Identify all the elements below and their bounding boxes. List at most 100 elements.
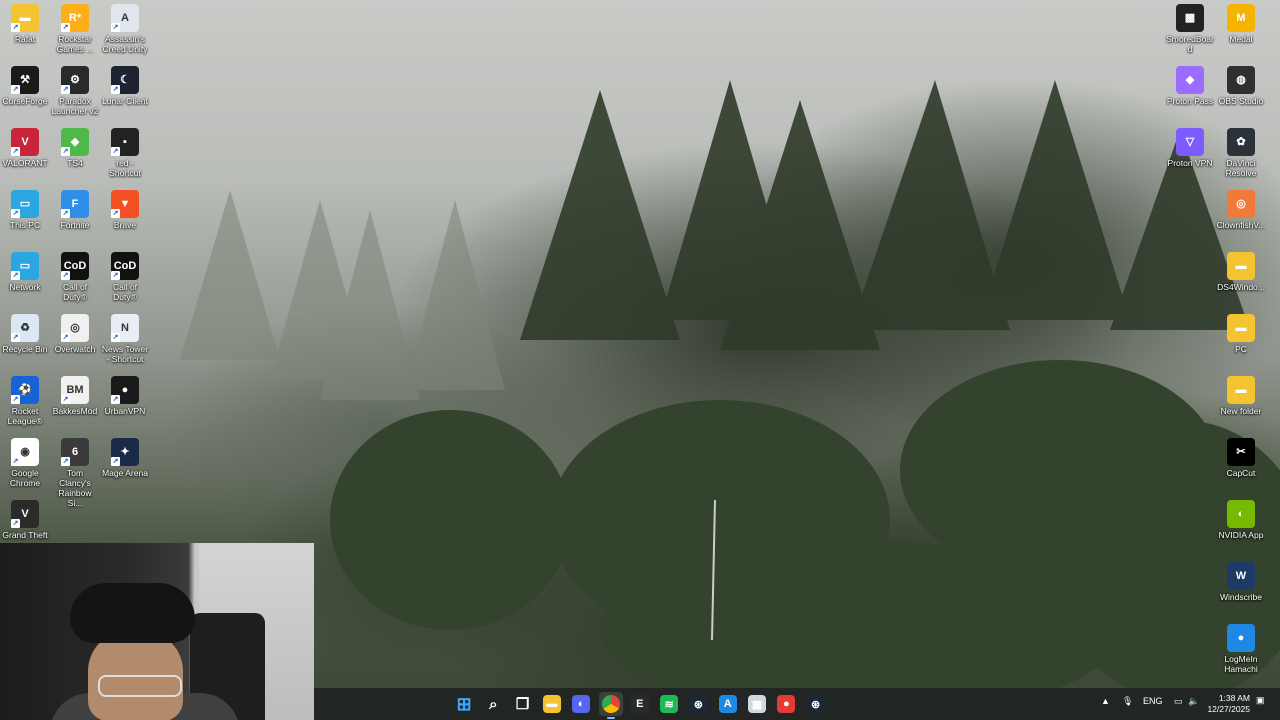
desktop-shortcut[interactable]: ▪ ↗ red - Shortcut [100,128,150,178]
desktop-shortcut[interactable]: ◆ Proton Pass [1165,66,1215,106]
desktop-shortcut-label: Rocket League® [7,406,43,426]
desktop-shortcut[interactable]: ⚽ ↗ Rocket League® [0,376,50,426]
desktop-shortcut[interactable]: N ↗ News Tower - Shortcut [100,314,150,364]
sims4-icon: ◆ ↗ [61,128,89,156]
desktop-shortcut[interactable]: ◎ ↗ Overwatch [50,314,100,354]
app-store-icon: A [718,695,737,713]
spotify[interactable]: ≋ [657,692,681,716]
app-store[interactable]: A [716,692,740,716]
volume-icon[interactable]: 🔈 [1188,696,1199,707]
desktop-shortcut-label: VALORANT [2,158,48,168]
desktop-shortcut-label: Network [9,282,41,292]
task-view-button[interactable]: ❐ [511,692,535,716]
shortcut-arrow-icon: ↗ [111,85,120,94]
desktop-shortcut-label: Assassin's Creed Unity [102,34,148,54]
desktop-shortcut[interactable]: ◐ NVIDIA App [1216,500,1266,540]
shortcut-arrow-icon: ↗ [61,271,70,280]
desktop-shortcut-label: CapCut [1226,468,1256,478]
steam-2[interactable]: ⊛ [804,692,828,716]
desktop-shortcut[interactable]: ● LogMeIn Hamachi [1216,624,1266,674]
urbanvpn-icon: ● ↗ [111,376,139,404]
webcam-hair [70,583,195,643]
overwatch-icon: ◎ ↗ [61,314,89,342]
desktop-shortcut-label: Fortnite [60,220,90,230]
desktop-shortcut-label: Rafat [14,34,36,44]
desktop-shortcut-label: Grand Theft [2,530,48,540]
desktop-shortcut[interactable]: ◉ ↗ Google Chrome [0,438,50,488]
desktop-shortcut[interactable]: BM ↗ BakkesMod [50,376,100,416]
desktop-shortcut-label: NVIDIA App [1218,530,1264,540]
shortcut-arrow-icon: ↗ [111,23,120,32]
desktop-shortcut[interactable]: ⚒ ↗ CurseForge [0,66,50,106]
shortcut-arrow-icon: ↗ [11,457,20,466]
discord[interactable]: ◐ [569,692,593,716]
mage-arena-icon: ✦ ↗ [111,438,139,466]
desktop-shortcut[interactable]: ▬ DS4Windo... [1216,252,1266,292]
rockstar-icon: R* ↗ [61,4,89,32]
taskbar: ⊞ ⌕ ❐ ▬ ◐ E ≋ ⊛ A ▦ ● ⊛ ▲ 🎙 ENG ▭ 🔈 1:38 AM 12/27/2… [314,688,1280,720]
desktop-shortcut[interactable]: ▭ ↗ Network [0,252,50,292]
desktop-shortcut[interactable]: ▼ ↗ Brave [100,190,150,230]
desktop-shortcut[interactable]: ▭ ↗ This PC [0,190,50,230]
call-of-duty-icon: CoD ↗ [111,252,139,280]
folder-icon: ▬ [1227,252,1255,280]
desktop-shortcut[interactable]: ▬ New folder [1216,376,1266,416]
desktop-shortcut[interactable]: ▬ PC [1216,314,1266,354]
desktop-shortcut-label: Rockstar Games ... [56,34,94,54]
desktop-shortcut[interactable]: A ↗ Assassin's Creed Unity [100,4,150,54]
desktop-shortcut[interactable]: ▽ Proton VPN [1165,128,1215,168]
steam[interactable]: ⊛ [686,692,710,716]
desktop-shortcut[interactable]: W Windscribe [1216,562,1266,602]
medal-icon: M [1227,4,1255,32]
desktop-shortcut[interactable]: ☾ ↗ Lunar Client [100,66,150,106]
network-tray-icon[interactable]: ▭ [1174,696,1183,707]
shortcut-arrow-icon: ↗ [61,395,70,404]
desktop-shortcut[interactable]: ⚙ ↗ Paradox Launcher v2 [50,66,100,116]
gaming-app[interactable]: ▦ [745,692,769,716]
desktop-shortcut[interactable]: CoD ↗ Call of Duty® [50,252,100,302]
desktop-shortcut-label: Google Chrome [9,468,41,488]
desktop-shortcut[interactable]: F ↗ Fortnite [50,190,100,230]
chrome[interactable] [598,692,623,719]
microphone-icon[interactable]: 🎙 [1122,696,1133,707]
desktop-shortcut[interactable]: ✿ DaVinci Resolve [1216,128,1266,178]
epic-games[interactable]: E [628,692,652,716]
desktop-shortcut[interactable]: ♻ ↗ Recycle Bin [0,314,50,354]
language-indicator[interactable]: ENG [1143,696,1163,706]
desktop-shortcut[interactable]: 6 ↗ Tom Clancy's Rainbow Si... [50,438,100,508]
desktop-shortcut-label: red - Shortcut [109,158,141,178]
search-button[interactable]: ⌕ [481,692,505,716]
desktop-shortcut[interactable]: ✦ ↗ Mage Arena [100,438,150,478]
record-app[interactable]: ● [774,692,798,716]
fortnite-icon: F ↗ [61,190,89,218]
desktop-shortcut[interactable]: ◎ ClownfishV... [1216,190,1266,230]
desktop-shortcut-label: Lunar Client [102,96,148,106]
shortcut-arrow-icon: ↗ [111,333,120,342]
curseforge-icon: ⚒ ↗ [11,66,39,94]
file-explorer[interactable]: ▬ [540,692,564,716]
shortcut-arrow-icon: ↗ [111,271,120,280]
discord-icon: ◐ [572,695,591,713]
desktop-shortcut[interactable]: ▬ ↗ Rafat [0,4,50,44]
desktop-shortcut[interactable]: ◍ OBS Studio [1216,66,1266,106]
desktop-shortcut-label: Tom Clancy's Rainbow Si... [58,468,92,508]
notification-icon[interactable]: ▣ [1256,695,1265,706]
desktop-shortcut[interactable]: M Medal [1216,4,1266,44]
start-button[interactable]: ⊞ [452,692,476,716]
clock[interactable]: 1:38 AM 12/27/2025 [1207,693,1250,715]
desktop-shortcut[interactable]: CoD ↗ Call of Duty® [100,252,150,302]
desktop-shortcut-label: UrbanVPN [104,406,146,416]
desktop-shortcut[interactable]: V ↗ VALORANT [0,128,50,168]
desktop-shortcut-label: TS4 [67,158,83,168]
desktop-shortcut[interactable]: V ↗ Grand Theft [0,500,50,540]
show-hidden-icons-chevron-icon[interactable]: ▲ [1101,696,1110,706]
search-icon: ⌕ [489,695,498,713]
desktop-shortcut[interactable]: ▩ SmoredBoard [1165,4,1215,54]
steam-icon: ⊛ [689,695,708,713]
desktop-shortcut-label: OBS Studio [1218,96,1264,106]
desktop-shortcut[interactable]: R* ↗ Rockstar Games ... [50,4,100,54]
desktop-shortcut[interactable]: ◆ ↗ TS4 [50,128,100,168]
desktop-shortcut[interactable]: ● ↗ UrbanVPN [100,376,150,416]
bakkesmod-icon: BM ↗ [61,376,89,404]
desktop-shortcut[interactable]: ✂ CapCut [1216,438,1266,478]
